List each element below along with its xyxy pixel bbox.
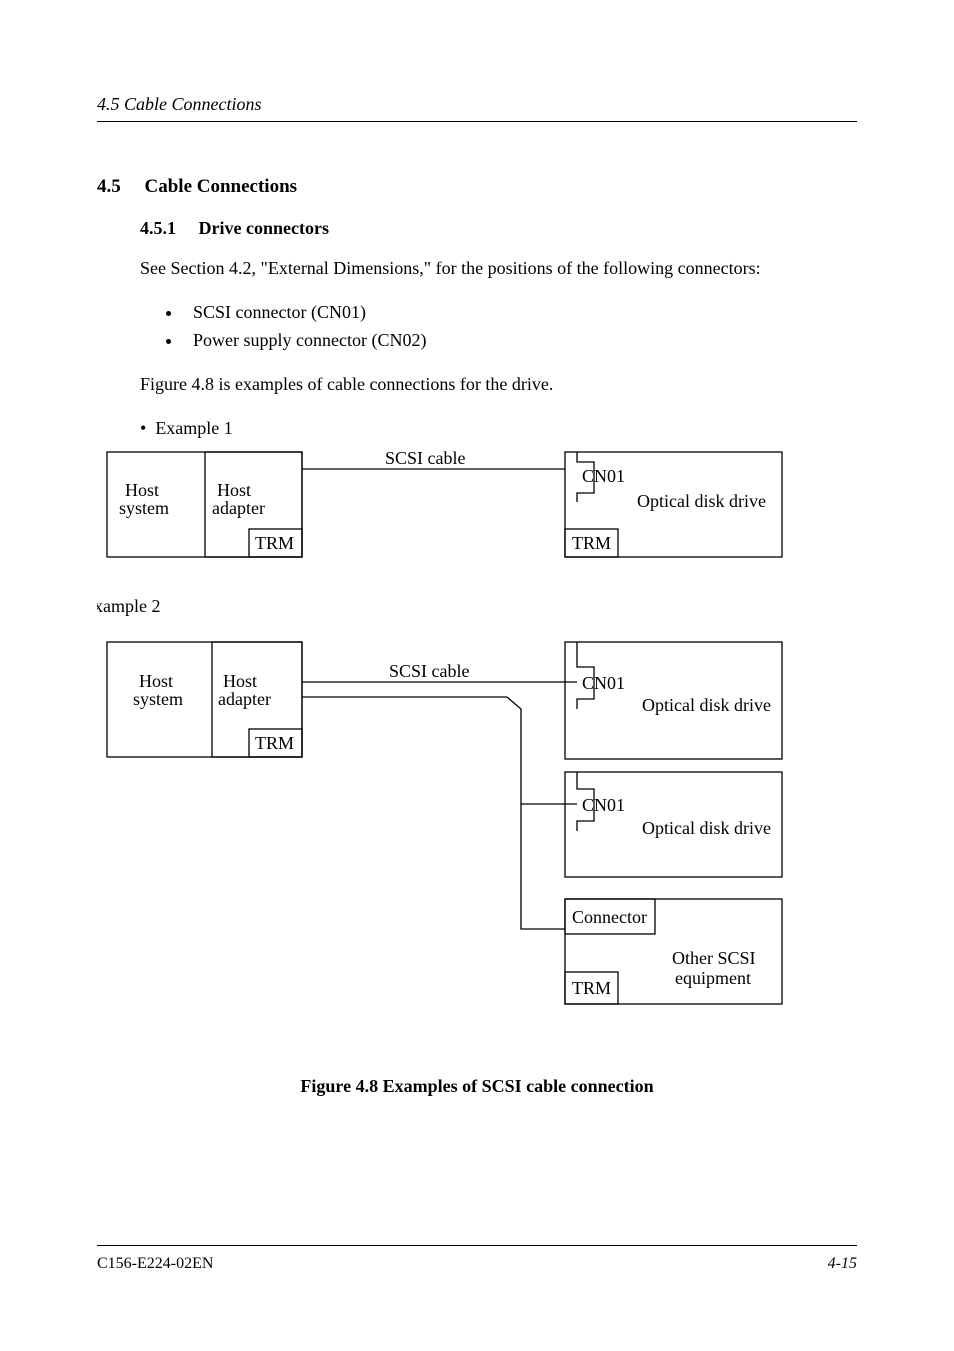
header-rule — [97, 121, 857, 122]
bullet-2: Power supply connector (CN02) — [193, 330, 426, 350]
section-number: 4.5 — [97, 176, 121, 197]
label-trm-1: TRM — [255, 533, 294, 553]
section-heading: Cable Connections — [145, 176, 298, 197]
scsi-diagram: Host system Host adapter TRM SCSI cable … — [97, 449, 857, 1039]
paragraph-2: Figure 4.8 is examples of cable connecti… — [140, 371, 857, 397]
footer-right: 4-15 — [828, 1255, 857, 1273]
section-title: 4.5 Cable Connections — [97, 173, 857, 201]
subsection-title: 4.5.1 Drive connectors — [140, 215, 857, 241]
example1-label: • Example 1 — [140, 415, 857, 441]
label-host-adapter2: adapter — [212, 498, 265, 518]
label-optical-3: Optical disk drive — [642, 818, 771, 838]
label-other-scsi-2: equipment — [675, 968, 751, 988]
label-optical-2: Optical disk drive — [642, 695, 771, 715]
label-host-system: Host — [125, 480, 159, 500]
label-scsi-cable-2: SCSI cable — [389, 661, 470, 681]
label-other-scsi-1: Other SCSI — [672, 948, 756, 968]
list-item: SCSI connector (CN01) — [183, 299, 857, 325]
subsection-heading: Drive connectors — [199, 218, 329, 238]
label-cn01-3: CN01 — [582, 795, 625, 815]
bullet-1: SCSI connector (CN01) — [193, 302, 366, 322]
label-trm-3: TRM — [255, 733, 294, 753]
label-host-adapter: Host — [217, 480, 251, 500]
label-trm-2: TRM — [572, 533, 611, 553]
label-scsi-cable-1: SCSI cable — [385, 449, 466, 468]
footer-rule — [97, 1245, 857, 1246]
list-item: Power supply connector (CN02) — [183, 327, 857, 353]
page: 4.5 Cable Connections 4.5 Cable Connecti… — [0, 0, 954, 1351]
label-connector: Connector — [572, 907, 647, 927]
footer-left: C156-E224-02EN — [97, 1255, 213, 1273]
bullet-list: SCSI connector (CN01) Power supply conne… — [97, 299, 857, 353]
label-host-system-b2: system — [133, 689, 183, 709]
label-host-adapter-b2: adapter — [218, 689, 271, 709]
label-host-adapter-b: Host — [223, 671, 257, 691]
example1-text: Example 1 — [155, 418, 232, 438]
label-trm-4: TRM — [572, 978, 611, 998]
figure-caption: Figure 4.8 Examples of SCSI cable connec… — [97, 1073, 857, 1099]
label-example2: Example 2 — [97, 596, 160, 616]
label-cn01-1: CN01 — [582, 466, 625, 486]
label-optical-1: Optical disk drive — [637, 491, 766, 511]
content-area: 4.5 Cable Connections 4.5.1 Drive connec… — [97, 173, 857, 1099]
running-header: 4.5 Cable Connections — [97, 94, 262, 115]
diagram-area: Host system Host adapter TRM SCSI cable … — [97, 449, 857, 1039]
label-host-system2: system — [119, 498, 169, 518]
subsection-number: 4.5.1 — [140, 218, 176, 238]
label-host-system-b: Host — [139, 671, 173, 691]
label-cn01-2: CN01 — [582, 673, 625, 693]
paragraph-1: See Section 4.2, "External Dimensions," … — [140, 255, 857, 281]
